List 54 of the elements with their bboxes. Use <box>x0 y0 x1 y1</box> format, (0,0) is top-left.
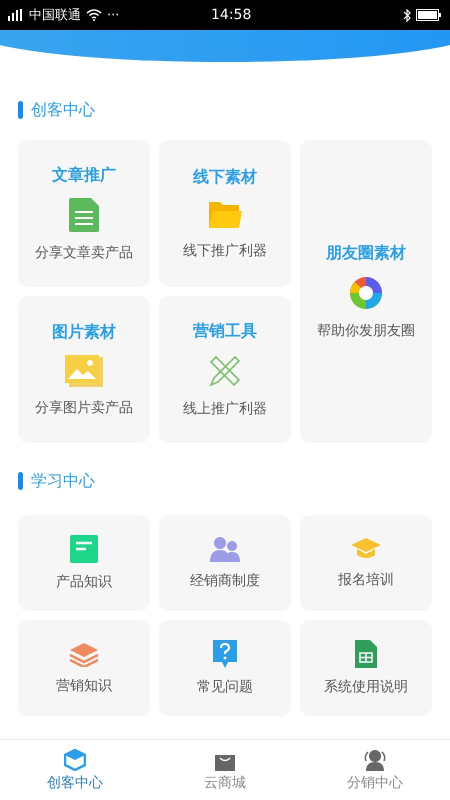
feature-card[interactable]: 朋友圈素材 帮助你发朋友圈 <box>300 140 432 443</box>
card-label: 报名培训 <box>338 571 394 589</box>
card-label: 营销知识 <box>56 677 112 695</box>
feature-card[interactable]: 文章推广 分享文章卖产品 <box>18 140 150 287</box>
card-title: 文章推广 <box>52 165 116 186</box>
card-description: 分享文章卖产品 <box>35 244 133 262</box>
people-icon <box>363 748 387 770</box>
bluetooth-icon <box>402 8 411 22</box>
card-title: 朋友圈素材 <box>326 243 406 264</box>
aperture-icon <box>349 276 383 310</box>
folder-icon <box>208 200 242 230</box>
section-title: 学习中心 <box>31 470 95 492</box>
question-icon <box>213 640 237 668</box>
card-description: 帮助你发朋友圈 <box>317 322 415 340</box>
card-title: 营销工具 <box>193 321 257 342</box>
signal-icon <box>8 9 24 21</box>
feature-card[interactable]: 营销工具 线上推广利器 <box>159 296 291 443</box>
people-icon <box>210 536 240 562</box>
learning-card[interactable]: 常见问题 <box>159 620 291 716</box>
card-title: 线下素材 <box>193 167 257 188</box>
clock-time: 14:58 <box>211 7 252 23</box>
card-label: 常见问题 <box>197 678 253 696</box>
image-icon <box>65 355 103 387</box>
section-marker <box>18 101 23 119</box>
books-icon <box>69 641 99 667</box>
cube-icon <box>64 748 86 770</box>
card-description: 线上推广利器 <box>183 400 267 418</box>
feature-card[interactable]: 线下素材 线下推广利器 <box>159 140 291 287</box>
graduation-cap-icon <box>351 537 381 561</box>
card-label: 经销商制度 <box>190 572 260 590</box>
section-title: 创客中心 <box>31 100 95 120</box>
card-description: 分享图片卖产品 <box>35 399 133 417</box>
learning-card[interactable]: 营销知识 <box>18 620 150 716</box>
more-dots: ··· <box>107 8 120 22</box>
card-label: 产品知识 <box>56 573 112 591</box>
tab-item[interactable]: 云商城 <box>150 740 300 800</box>
section-marker <box>18 472 23 490</box>
learning-card[interactable]: 产品知识 <box>18 515 150 611</box>
battery-icon <box>416 9 442 21</box>
carrier-name: 中国联通 <box>29 7 81 24</box>
wifi-icon <box>86 9 102 21</box>
card-label: 系统使用说明 <box>324 678 408 696</box>
card-title: 图片素材 <box>52 322 116 343</box>
document-icon <box>69 198 99 232</box>
tab-item[interactable]: 分销中心 <box>300 740 450 800</box>
spreadsheet-icon <box>355 640 377 668</box>
card-description: 线下推广利器 <box>183 242 267 260</box>
learning-card[interactable]: 系统使用说明 <box>300 620 432 716</box>
learning-card[interactable]: 报名培训 <box>300 515 432 611</box>
pencil-ruler-icon <box>208 354 242 388</box>
tab-item[interactable]: 创客中心 <box>0 740 150 800</box>
note-icon <box>70 535 98 563</box>
learning-card[interactable]: 经销商制度 <box>159 515 291 611</box>
feature-card[interactable]: 图片素材 分享图片卖产品 <box>18 296 150 443</box>
